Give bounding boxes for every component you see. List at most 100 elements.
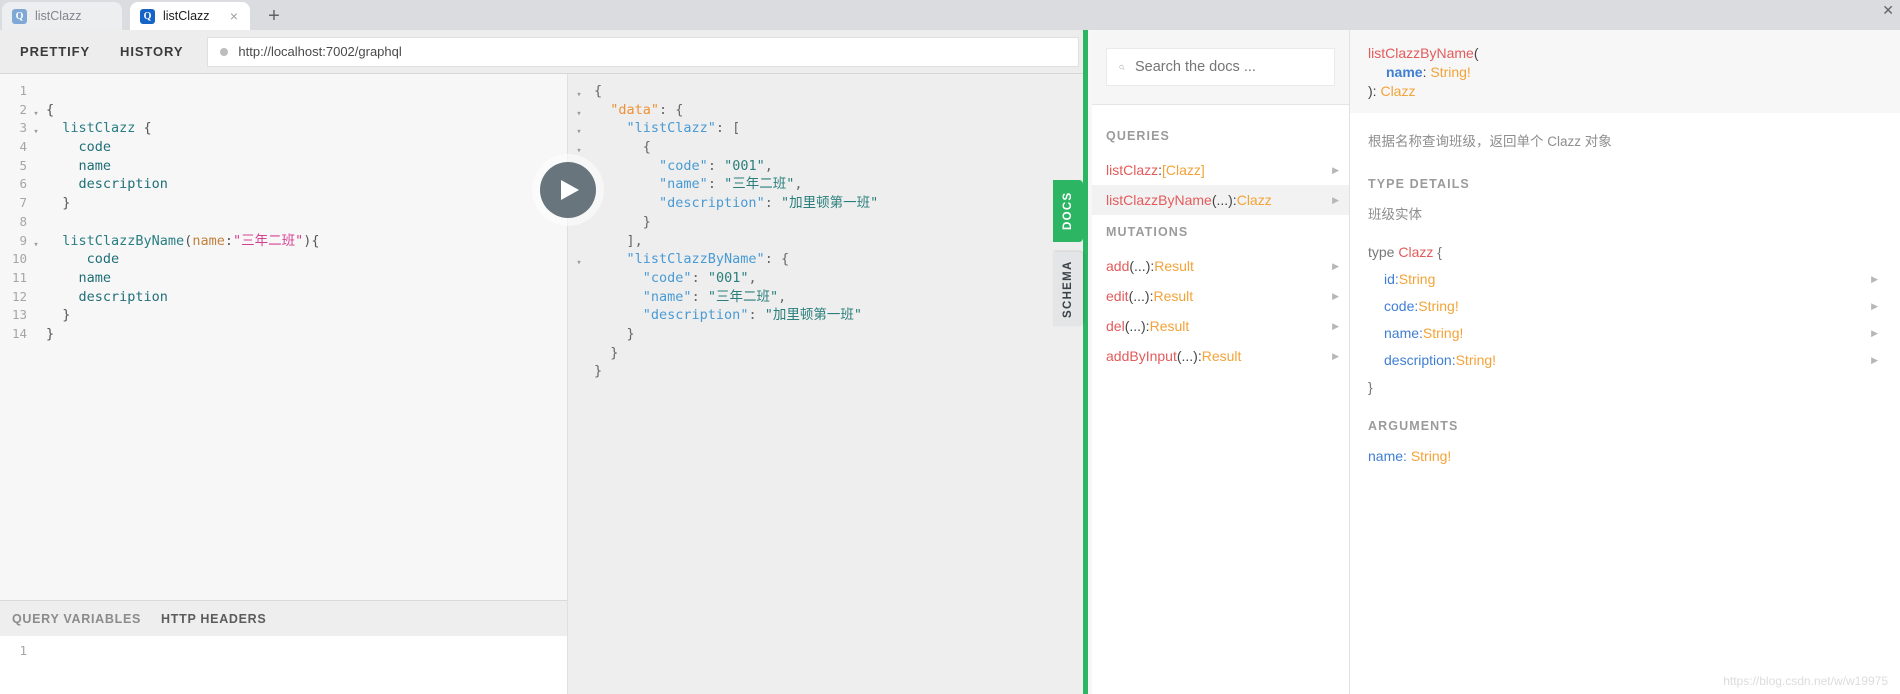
type-name[interactable]: Clazz [1398,244,1433,260]
line-text: name [46,269,112,286]
execute-query-button[interactable] [540,162,596,218]
fold-marker[interactable]: ▾ [568,101,590,120]
line-text: "listClazzByName": { [626,251,790,268]
fold-marker[interactable]: ▾ [30,101,42,120]
doc-field-type: Result [1153,288,1194,304]
endpoint-url-text: http://localhost:7002/graphql [238,44,402,59]
doc-field-name: listClazz [1106,162,1159,178]
field-type: String [1398,271,1436,287]
fold-marker[interactable] [30,269,42,288]
doc-field-row[interactable]: edit (...): Result ▶ [1092,281,1349,311]
result-line: ▾{ [568,82,1087,101]
fold-marker[interactable] [568,362,590,381]
fold-marker[interactable] [568,344,590,363]
chevron-right-icon: ▶ [1871,301,1878,311]
fold-marker[interactable] [30,306,42,325]
tab-docs[interactable]: DOCS [1053,180,1083,242]
line-text: "listClazz": [ [626,120,741,137]
fold-marker[interactable] [30,175,42,194]
chevron-right-icon: ▶ [1332,164,1339,175]
type-keyword: type [1368,244,1399,260]
endpoint-url-field[interactable]: http://localhost:7002/graphql [207,36,1079,67]
browser-tab-1[interactable]: Q listClazz [2,2,122,30]
fold-marker[interactable]: ▾ [568,82,590,101]
variables-editor[interactable]: 1 [0,636,567,694]
result-line: } [568,213,1087,232]
result-line: "description": "加里顿第一班" [568,306,1087,325]
result-line: "description": "加里顿第一班" [568,194,1087,213]
new-tab-button[interactable]: + [260,2,288,30]
chevron-right-icon: ▶ [1871,328,1878,338]
query-line: 8 [0,213,567,232]
argument-row: name: String! [1368,443,1882,470]
doc-field-args: (...): [1124,318,1150,334]
type-field-row[interactable]: id: String ▶ [1368,266,1882,293]
signature-return-type[interactable]: Clazz [1380,83,1415,99]
tab-query-variables[interactable]: QUERY VARIABLES [12,612,141,626]
query-line: 6 description [0,175,567,194]
fold-marker[interactable] [30,82,42,101]
type-field-row[interactable]: name: String! ▶ [1368,320,1882,347]
watermark-text: https://blog.csdn.net/w/w19975 [1723,674,1888,688]
doc-explorer: QUERIES listClazz: [Clazz]▶listClazzByNam… [1092,30,1350,694]
fold-marker[interactable] [30,325,42,344]
query-line: 13 } [0,306,567,325]
fold-marker[interactable] [30,288,42,307]
signature-arg-type[interactable]: String! [1430,64,1470,80]
doc-search-box[interactable] [1106,48,1335,86]
result-line: "name": "三年二班", [568,175,1087,194]
fold-marker[interactable]: ▾ [30,232,42,251]
fold-marker[interactable] [30,250,42,269]
line-number: 12 [11,288,27,304]
history-button[interactable]: HISTORY [108,37,195,66]
fold-marker[interactable]: ▾ [568,119,590,138]
search-input[interactable] [1135,59,1322,75]
fold-marker[interactable] [30,138,42,157]
fold-marker[interactable]: ▾ [30,119,42,138]
query-editor[interactable]: 1 2 ▾{3 ▾ listClazz {4 code 5 name 6 descript… [0,74,567,600]
argument-type[interactable]: String! [1411,448,1451,464]
doc-field-args: (...): [1176,348,1202,364]
docs-panel-resizer[interactable] [1083,30,1088,694]
fold-marker[interactable]: ▾ [568,250,590,269]
fold-marker[interactable]: ▾ [568,138,590,157]
doc-field-row[interactable]: del (...): Result ▶ [1092,311,1349,341]
type-field-row[interactable]: description: String! ▶ [1368,347,1882,374]
tab-http-headers[interactable]: HTTP HEADERS [161,612,266,626]
line-number: 6 [19,176,27,192]
result-line: } [568,344,1087,363]
search-icon [1119,64,1125,70]
doc-field-row[interactable]: addByInput (...): Result ▶ [1092,341,1349,371]
line-text: "data": { [610,101,684,118]
type-field-row[interactable]: code: String! ▶ [1368,293,1882,320]
line-text: "code": "001", [659,157,773,174]
fold-marker[interactable] [30,213,42,232]
close-icon[interactable]: × [230,9,238,23]
fold-marker[interactable] [568,306,590,325]
line-text: } [594,213,651,230]
doc-field-row[interactable]: listClazzByName (...): Clazz ▶ [1092,185,1349,215]
fold-marker[interactable] [30,157,42,176]
query-line: 2 ▾{ [0,101,567,120]
prettify-button[interactable]: PRETTIFY [8,37,102,66]
result-column: ▾{▾ "data": {▾ "listClazz": [▾ { "code":… [568,74,1087,694]
fold-marker[interactable] [30,194,42,213]
line-text: description [46,288,168,305]
doc-section-title: QUERIES [1106,129,1170,143]
fold-marker[interactable] [568,232,590,251]
browser-tab-2[interactable]: Q listClazz × [130,2,250,30]
fold-marker[interactable] [568,288,590,307]
line-text: { [594,139,651,156]
doc-field-row[interactable]: listClazz: [Clazz] ▶ [1092,155,1349,185]
window-close-icon[interactable]: ✕ [1882,2,1894,19]
result-line: ▾ { [568,138,1087,157]
fold-marker[interactable] [568,325,590,344]
graphiql-toolbar: PRETTIFY HISTORY http://localhost:7002/g… [0,30,1087,74]
type-field-list: id: String ▶ code: String! ▶ name: String! ▶ d… [1368,266,1882,374]
fold-marker[interactable] [568,269,590,288]
doc-field-row[interactable]: add (...): Result ▶ [1092,251,1349,281]
tab-schema[interactable]: SCHEMA [1053,252,1083,326]
line-text: "code": "001", [642,269,757,286]
signature-field-name[interactable]: listClazzByName [1368,45,1474,61]
doc-field-name: edit [1106,288,1129,304]
